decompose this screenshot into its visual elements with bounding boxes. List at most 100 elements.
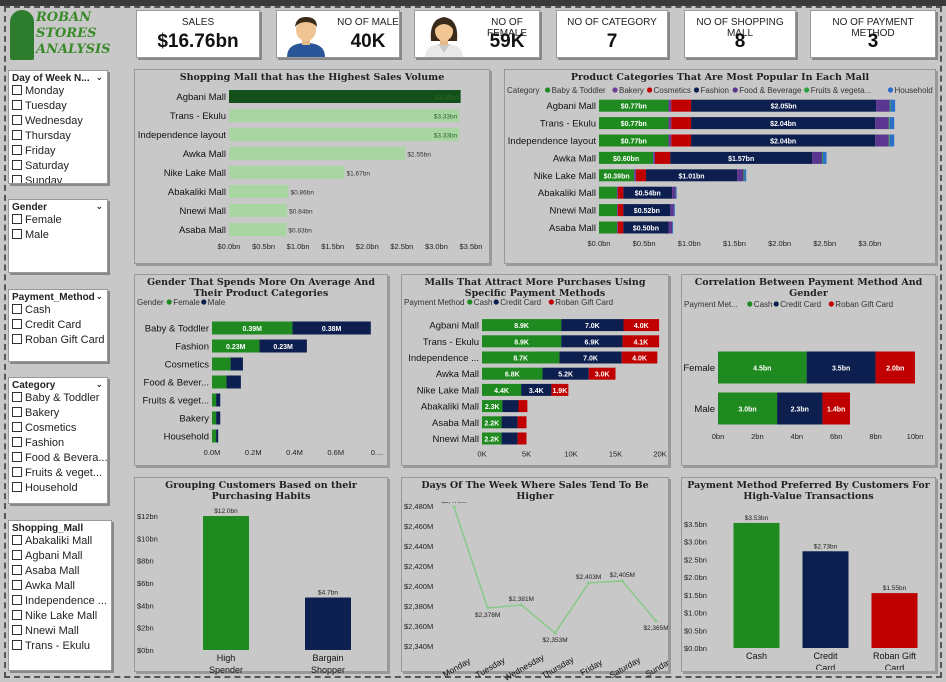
slicer-item-gender[interactable]: Male [9, 228, 107, 243]
x-tick-label: 15K [609, 450, 622, 459]
bar-segment [875, 134, 889, 147]
bar-segment [216, 411, 221, 425]
slicer-item-gender[interactable]: Female [9, 213, 107, 228]
legend-marker [545, 87, 551, 93]
category-label: Nike Lake Mall [534, 171, 596, 182]
checkbox[interactable] [12, 640, 22, 650]
slicer-day-of-week[interactable]: Day of Week N... ⌄ Monday Tuesday Wednesday… [8, 70, 108, 184]
checkbox[interactable] [12, 319, 22, 329]
data-label: 4.1K [633, 339, 648, 346]
checkbox[interactable] [12, 214, 22, 224]
checkbox[interactable] [12, 407, 22, 417]
chart-title: Payment Method Preferred By Customers Fo… [687, 480, 930, 502]
legend-marker [493, 299, 499, 305]
slicer-item-mall[interactable]: Independence ... [9, 594, 111, 609]
slicer-item-day[interactable]: Saturday [9, 159, 107, 174]
checkbox[interactable] [12, 115, 22, 125]
chevron-down-icon[interactable]: ⌄ [95, 201, 103, 212]
slicer-item-day[interactable]: Sunday [9, 174, 107, 183]
bar-segment [617, 186, 618, 199]
slicer-item-mall[interactable]: Asaba Mall [9, 564, 111, 579]
checkbox[interactable] [12, 145, 22, 155]
checkbox[interactable] [12, 334, 22, 344]
slicer-item-day[interactable]: Friday [9, 144, 107, 159]
bar [305, 597, 351, 650]
slicer-item-day[interactable]: Tuesday [9, 99, 107, 114]
data-label: $2,403M [576, 574, 601, 581]
slicer-item-mall[interactable]: Agbani Mall [9, 549, 111, 564]
kpi-payment-value: 3 [867, 31, 879, 52]
slicer-item-category[interactable]: Food & Bevera... [9, 451, 107, 466]
checkbox[interactable] [12, 610, 22, 620]
slicer-payment-method[interactable]: Payment_Method ⌄ Cash Credit Card Roban Gif… [8, 289, 108, 362]
x-tick-label: $2.5bn [813, 239, 836, 248]
slicer-item-label: Thursday [25, 130, 71, 142]
slicer-item-mall[interactable]: Awka Mall [9, 579, 111, 594]
checkbox[interactable] [12, 130, 22, 140]
checkbox[interactable] [12, 467, 22, 477]
x-tick-label: Wednesday [502, 652, 546, 682]
category-label: Abakaliki Mall [421, 402, 479, 413]
category-label: Asaba Mall [179, 225, 226, 236]
bar-segment [653, 151, 655, 164]
chevron-down-icon[interactable]: ⌄ [95, 72, 103, 83]
checkbox[interactable] [12, 550, 22, 560]
panel-customer-groups: Grouping Customers Based on their Purcha… [134, 477, 388, 675]
slicer-item-mall[interactable]: Nike Lake Mall [9, 609, 111, 624]
slicer-item-category[interactable]: Baby & Toddler [9, 391, 107, 406]
slicer-item-payment[interactable]: Credit Card [9, 318, 107, 333]
checkbox[interactable] [12, 392, 22, 402]
slicer-shopping-mall[interactable]: Shopping_Mall Abakaliki Mall Agbani Mall A… [8, 520, 112, 671]
bar-segment [212, 393, 217, 407]
category-label: Household [164, 432, 209, 443]
checkbox[interactable] [12, 304, 22, 314]
checkbox[interactable] [12, 100, 22, 110]
slicer-item-category[interactable]: Fruits & veget... [9, 466, 107, 481]
slicer-item-category[interactable]: Fashion [9, 436, 107, 451]
legend-entry: Male [208, 299, 226, 307]
slicer-item-category[interactable]: Household [9, 481, 107, 496]
panel-mall-sales: Shopping Mall that has the Highest Sales… [134, 69, 490, 264]
checkbox[interactable] [12, 175, 22, 183]
slicer-item-label: Roban Gift Card [25, 334, 105, 346]
slicer-gender[interactable]: Gender ⌄ Female Male [8, 199, 108, 273]
checkbox[interactable] [12, 625, 22, 635]
checkbox[interactable] [12, 422, 22, 432]
slicer-category[interactable]: Category ⌄ Baby & Toddler Bakery Cosmetics F… [8, 377, 108, 504]
slicer-item-day[interactable]: Monday [9, 84, 107, 99]
checkbox[interactable] [12, 565, 22, 575]
slicer-item-category[interactable]: Bakery [9, 406, 107, 421]
checkbox[interactable] [12, 452, 22, 462]
slicer-item-mall[interactable]: Trans - Ekulu [9, 639, 111, 654]
y-tick-label: $2,480M [404, 502, 433, 511]
data-label: 1.9K [552, 388, 567, 395]
slicer-item-day[interactable]: Thursday [9, 129, 107, 144]
female-avatar-icon [425, 17, 463, 57]
checkbox[interactable] [12, 437, 22, 447]
y-tick-label: $10bn [137, 534, 158, 543]
data-label: $2,365M [643, 625, 668, 632]
checkbox[interactable] [12, 580, 22, 590]
checkbox[interactable] [12, 535, 22, 545]
slicer-item-mall[interactable]: Abakaliki Mall [9, 534, 111, 549]
checkbox[interactable] [12, 160, 22, 170]
legend-marker [166, 299, 172, 305]
checkbox[interactable] [12, 85, 22, 95]
slicer-item-label: Saturday [25, 160, 70, 172]
checkbox[interactable] [12, 595, 22, 605]
chart-gender-category: Gender Female Male Baby & Toddler 0.39M 0.38M… [137, 298, 383, 457]
slicer-item-payment[interactable]: Roban Gift Card [9, 333, 107, 348]
slicer-item-label: Friday [25, 145, 56, 157]
bar-segment [668, 221, 673, 234]
checkbox[interactable] [12, 482, 22, 492]
chevron-down-icon[interactable]: ⌄ [95, 291, 103, 302]
slicer-item-category[interactable]: Cosmetics [9, 421, 107, 436]
chevron-down-icon[interactable]: ⌄ [95, 379, 103, 390]
slicer-item-payment[interactable]: Cash [9, 303, 107, 318]
slicer-item-mall[interactable]: Nnewi Mall [9, 624, 111, 639]
bar [802, 551, 849, 648]
chart-payment-high-value: $0.0bn $0.5bn $1.0bn $1.5bn $2.0bn $2.5bn $3.0… [684, 515, 918, 673]
checkbox[interactable] [12, 229, 22, 239]
slicer-item-day[interactable]: Wednesday [9, 114, 107, 129]
data-label: 4.0K [634, 323, 649, 330]
